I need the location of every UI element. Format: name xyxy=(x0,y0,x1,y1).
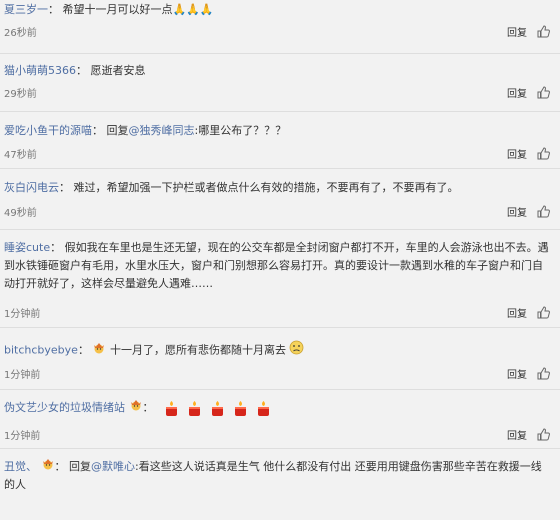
comment-item: 爱吃小鱼干的源喵： 回复@独秀峰同志:哪里公布了？？？ 47秒前 回复 xyxy=(0,113,560,169)
mention-link[interactable]: @默唯心 xyxy=(91,460,135,473)
comment-time: 26秒前 xyxy=(4,28,37,39)
reply-prefix: 回复 xyxy=(69,460,91,473)
candle-icon xyxy=(235,400,246,416)
comment-time: 47秒前 xyxy=(4,150,37,161)
reply-button[interactable]: 回复 xyxy=(507,85,527,100)
comment-item: 夏三岁一： 希望十一月可以好一点🙏🙏🙏 26秒前 回复 xyxy=(0,0,560,54)
comment-username[interactable]: 睡姿cute xyxy=(4,241,50,254)
reply-button[interactable]: 回复 xyxy=(507,24,527,39)
like-icon[interactable] xyxy=(537,25,550,38)
comment-separator: ： xyxy=(54,460,66,473)
comment-item: 丑觉、 ： 回复@默唯心:看这些这人说话真是生气 他什么都没有付出 还要用用键盘… xyxy=(0,450,560,520)
comment-text: :哪里公布了？？？ xyxy=(194,124,287,137)
candle-icon xyxy=(189,400,200,416)
comment-text: 假如我在车里也是生还无望，现在的公交车都是全封闭窗户都打不开，车里的人会游泳也出… xyxy=(4,241,549,290)
comment-time: 1分钟前 xyxy=(4,431,41,442)
comment-username[interactable]: 伪文艺少女的垃圾情绪站 xyxy=(4,401,125,414)
sad-face-icon xyxy=(289,340,304,361)
reply-button[interactable]: 回复 xyxy=(507,366,527,381)
comment-separator: ： xyxy=(92,124,103,137)
comment-time: 1分钟前 xyxy=(4,309,41,320)
comment-username[interactable]: 丑觉、 xyxy=(4,460,37,473)
comment-time: 49秒前 xyxy=(4,208,37,219)
comment-item: 伪文艺少女的垃圾情绪站 ： 1分钟前 回复 xyxy=(0,391,560,449)
comment-feed: 夏三岁一： 希望十一月可以好一点🙏🙏🙏 26秒前 回复 猫小萌萌5366： 愿逝… xyxy=(0,0,560,520)
comment-item: 灰白闪电云： 难过，希望加强一下护栏或者做点什么有效的措施，不要再有了，不要再有… xyxy=(0,170,560,230)
crown-emoji-icon xyxy=(41,458,55,476)
comment-separator: ： xyxy=(50,241,62,254)
comment-username[interactable]: 灰白闪电云 xyxy=(4,181,59,194)
comment-time: 29秒前 xyxy=(4,89,37,100)
candle-icon xyxy=(166,400,177,416)
comment-username[interactable]: bitchcbyebye xyxy=(4,344,78,357)
comment-time: 1分钟前 xyxy=(4,370,41,381)
comment-separator: ： xyxy=(48,3,59,16)
comment-separator: ： xyxy=(76,64,87,77)
comment-item: bitchcbyebye： 十一月了，愿所有悲伤都随十月离去 1分钟前 回复 xyxy=(0,329,560,390)
comment-username[interactable]: 爱吃小鱼干的源喵 xyxy=(4,124,92,137)
like-icon[interactable] xyxy=(537,367,550,380)
reply-prefix: 回复 xyxy=(106,124,129,137)
comment-item: 睡姿cute： 假如我在车里也是生还无望，现在的公交车都是全封闭窗户都打不开，车… xyxy=(0,231,560,328)
reply-button[interactable]: 回复 xyxy=(507,305,527,320)
like-icon[interactable] xyxy=(537,86,550,99)
like-icon[interactable] xyxy=(537,306,550,319)
comment-username[interactable]: 夏三岁一 xyxy=(4,3,48,16)
comment-text: 愿逝者安息 xyxy=(90,64,146,77)
comment-username[interactable]: 猫小萌萌5366 xyxy=(4,64,76,77)
comment-item: 猫小萌萌5366： 愿逝者安息 29秒前 回复 xyxy=(0,55,560,112)
like-icon[interactable] xyxy=(537,205,550,218)
comment-separator: ： xyxy=(59,181,70,194)
candle-icon xyxy=(212,400,223,416)
reply-button[interactable]: 回复 xyxy=(507,427,527,442)
comment-text: 希望十一月可以好一点🙏🙏🙏 xyxy=(62,3,214,16)
reply-button[interactable]: 回复 xyxy=(507,146,527,161)
like-icon[interactable] xyxy=(537,428,550,441)
like-icon[interactable] xyxy=(537,147,550,160)
crown-emoji-icon xyxy=(92,342,106,360)
mention-link[interactable]: @独秀峰同志 xyxy=(129,124,195,137)
comment-separator: ： xyxy=(142,401,154,414)
comment-text: 难过，希望加强一下护栏或者做点什么有效的措施，不要再有了，不要再有了。 xyxy=(73,181,459,194)
reply-button[interactable]: 回复 xyxy=(507,204,527,219)
crown-emoji-icon xyxy=(129,399,143,417)
comment-text: 十一月了，愿所有悲伤都随十月离去 xyxy=(109,343,286,357)
candle-icon xyxy=(258,400,269,416)
comment-separator: ： xyxy=(77,343,89,357)
